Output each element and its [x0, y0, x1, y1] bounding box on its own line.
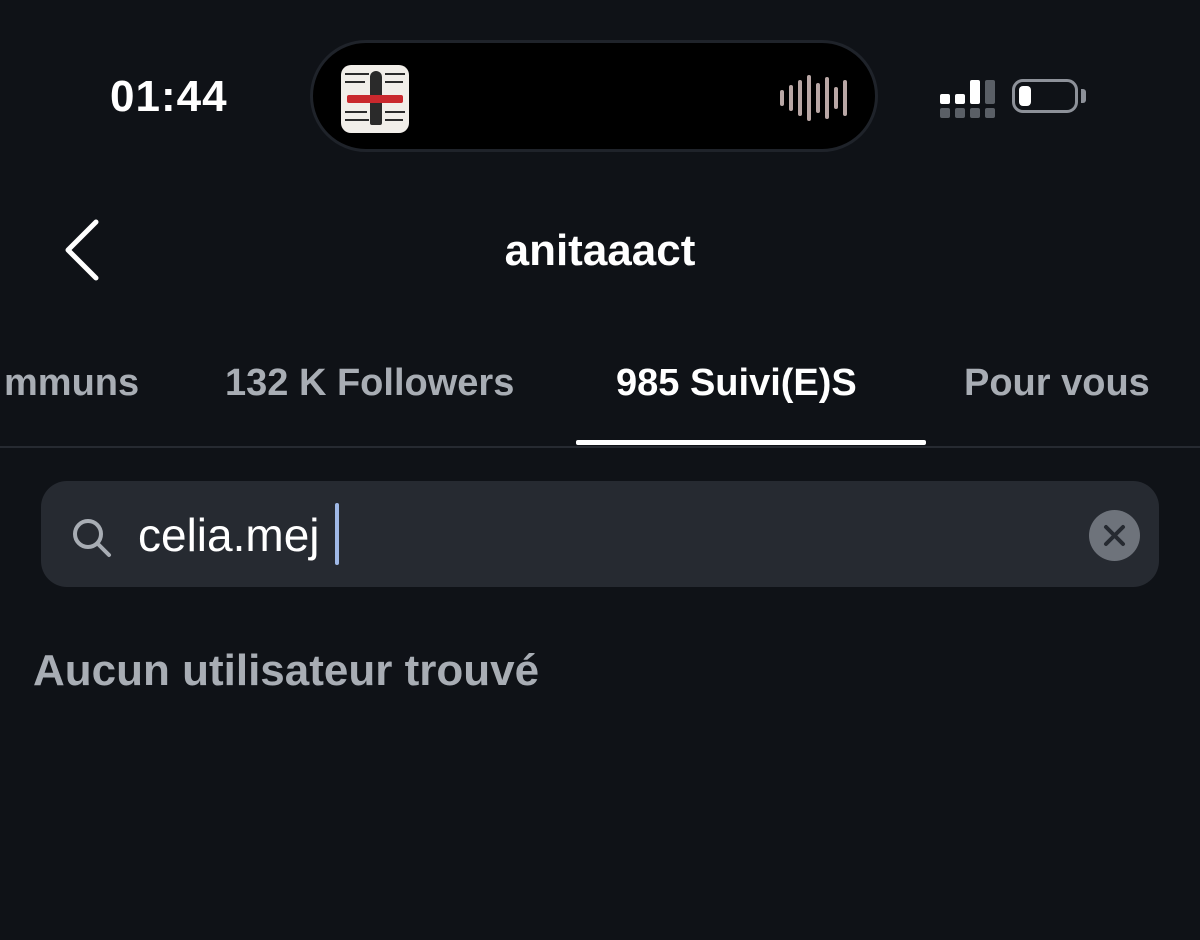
tab-communs[interactable]: mmuns [4, 358, 139, 408]
status-time: 01:44 [110, 72, 228, 121]
cellular-signal-icon [940, 80, 995, 118]
tab-bar: mmuns 132 K Followers 985 Suivi(E)S Pour… [0, 340, 1200, 448]
battery-tip [1081, 89, 1086, 103]
close-icon [1104, 525, 1125, 546]
tab-followers[interactable]: 132 K Followers [225, 358, 514, 408]
waveform-icon [780, 73, 847, 123]
clear-search-button[interactable] [1089, 510, 1140, 561]
tab-pour-vous[interactable]: Pour vous [964, 358, 1150, 408]
search-input[interactable] [138, 504, 1038, 566]
battery-level-fill [1019, 86, 1031, 106]
battery-icon [1012, 79, 1078, 113]
active-tab-indicator [576, 440, 926, 445]
search-icon [73, 519, 111, 557]
tab-suivis[interactable]: 985 Suivi(E)S [616, 358, 857, 408]
album-art-icon[interactable] [341, 65, 409, 133]
dynamic-island[interactable] [310, 40, 878, 152]
text-cursor [335, 503, 339, 565]
page-title: anitaaact [504, 226, 696, 275]
empty-results-message: Aucun utilisateur trouvé [33, 646, 540, 695]
